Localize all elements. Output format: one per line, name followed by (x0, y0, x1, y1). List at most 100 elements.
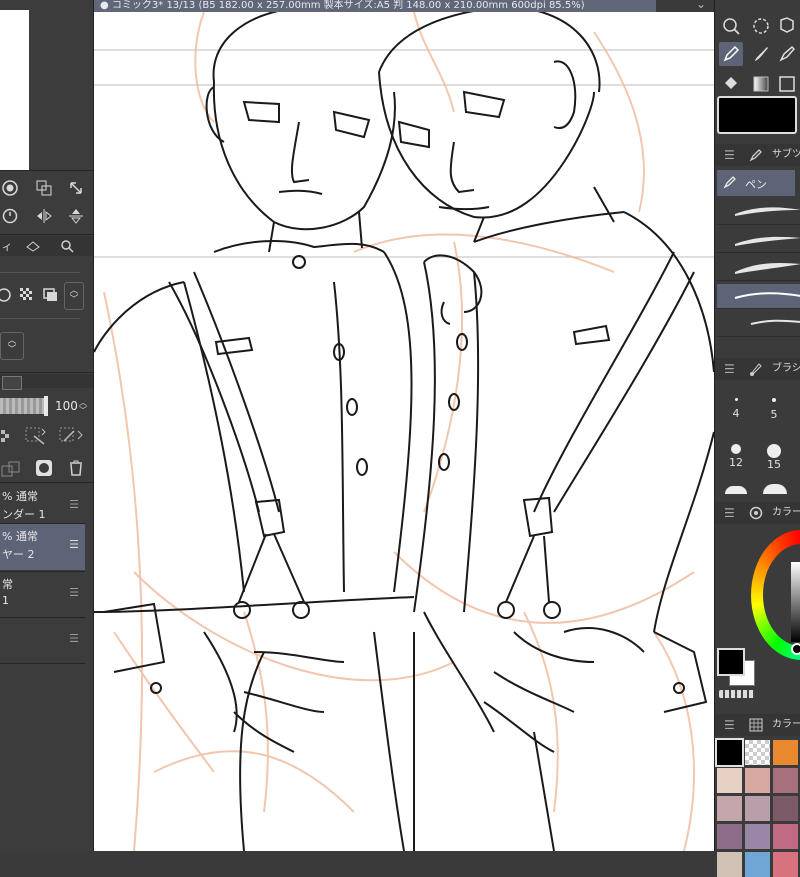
menu-icon[interactable]: ☰ (724, 502, 735, 524)
document-tab[interactable]: ● コミック3* 13/13 (B5 182.00 x 257.00mm 製本サ… (94, 0, 656, 12)
layer-tab-icon[interactable] (2, 376, 22, 390)
fill-bucket-icon[interactable] (719, 72, 743, 96)
color-wheel-title: カラー (772, 507, 800, 518)
drag-handle-icon[interactable]: ☰ (69, 586, 79, 599)
brush-preset[interactable] (717, 256, 800, 281)
color-wheel[interactable] (751, 530, 800, 660)
tab-icon[interactable]: ィ (0, 238, 14, 254)
expand-icon[interactable] (66, 178, 86, 198)
color-swatch[interactable] (745, 824, 770, 849)
color-swatch[interactable] (773, 852, 798, 877)
search-layer-icon[interactable] (58, 238, 76, 254)
divider (0, 663, 85, 664)
brush-size-cell[interactable]: 5 (755, 398, 793, 426)
chevron-down-icon[interactable]: ⌄ (696, 0, 706, 11)
record-icon[interactable] (0, 178, 20, 198)
brush-preset-selected[interactable] (717, 284, 800, 309)
sub-tool-header: ☰ サブツ (715, 144, 800, 166)
divider (0, 482, 93, 483)
opacity-slider[interactable] (0, 398, 48, 414)
marker-tool-icon[interactable] (775, 42, 799, 66)
color-swatch[interactable] (717, 768, 742, 793)
canvas[interactable] (94, 12, 714, 851)
layer-property-icon[interactable] (24, 238, 42, 254)
chevron-updown-icon[interactable]: ︿ ﹀ (0, 332, 24, 360)
brush-size-preview[interactable] (725, 486, 747, 494)
divider (0, 318, 80, 319)
opacity-slider-handle[interactable] (44, 396, 48, 416)
layer-stack-icon[interactable] (42, 286, 60, 304)
opacity-value[interactable]: 100 (55, 399, 78, 413)
color-swatch[interactable] (715, 738, 744, 767)
pen-icon (723, 175, 737, 192)
lock-layer-icon[interactable] (58, 426, 86, 446)
brush-size-value: 15 (767, 458, 781, 471)
rotate-icon[interactable] (0, 206, 20, 226)
drag-handle-icon[interactable]: ☰ (69, 538, 79, 551)
object-select-icon[interactable] (775, 14, 799, 38)
sub-tool-title: サブツ (772, 149, 800, 160)
chevron-updown-icon[interactable]: ︿ ﹀ (64, 282, 84, 310)
brush-preset[interactable] (717, 312, 800, 337)
current-color-swatch[interactable] (717, 96, 797, 134)
brush-preset[interactable] (717, 200, 800, 225)
color-swatch[interactable] (717, 796, 742, 821)
layer-blend-mode: 常 (2, 578, 13, 591)
color-swatch[interactable] (745, 768, 770, 793)
pen-tool-icon[interactable] (719, 42, 743, 66)
layer-row[interactable]: ☰ (0, 618, 85, 662)
sub-tool-tab-label: ペン (745, 178, 767, 191)
opacity-stepper-icon[interactable]: ︿ ﹀ (77, 398, 89, 416)
brush-preset[interactable] (717, 228, 800, 253)
navigator-preview[interactable] (0, 10, 29, 170)
color-picker-handle[interactable] (791, 643, 800, 655)
blend-icon[interactable] (0, 286, 12, 304)
brush-size-cell[interactable]: 12 (717, 444, 755, 472)
color-swatch[interactable] (745, 796, 770, 821)
flip-horizontal-icon[interactable] (34, 206, 54, 226)
drag-handle-icon[interactable]: ☰ (69, 632, 79, 645)
menu-icon[interactable]: ☰ (724, 358, 735, 380)
checker-icon[interactable] (18, 286, 36, 304)
brush-tool-icon[interactable] (749, 42, 773, 66)
color-swatch[interactable] (745, 740, 770, 765)
brush-size-cell[interactable]: 4 (717, 398, 755, 426)
color-swatch[interactable] (773, 796, 798, 821)
transparent-color-toggle[interactable] (719, 690, 755, 698)
layer-blend-mode: % 通常 (2, 530, 38, 543)
layer-row[interactable]: 常 1 ☰ (0, 572, 85, 616)
brush-size-preview[interactable] (763, 484, 787, 494)
layer-row[interactable]: % 通常 ンダー 1 ☰ (0, 484, 85, 528)
color-set-title: カラー (772, 719, 800, 730)
lasso-selection-icon[interactable] (749, 14, 773, 38)
fit-screen-icon[interactable] (34, 178, 54, 198)
color-swatch[interactable] (717, 852, 742, 877)
sub-tool-tab-pen[interactable]: ペン (717, 170, 795, 196)
color-swatch[interactable] (773, 824, 798, 849)
color-swatch[interactable] (773, 768, 798, 793)
line-art (94, 12, 714, 851)
brush-size-title: ブラシ (772, 363, 800, 374)
flip-vertical-icon[interactable] (66, 206, 86, 226)
trash-icon[interactable] (66, 458, 86, 478)
gradient-tool-icon[interactable] (749, 72, 773, 96)
right-panel: ☰ サブツ ペン ☰ ブラシ 4 5 12 15 ☰ カラー ☰ カラー (714, 0, 800, 877)
reference-layer-icon[interactable] (24, 426, 48, 446)
palette-icon (749, 718, 763, 741)
color-swatch[interactable] (745, 852, 770, 877)
drag-handle-icon[interactable]: ☰ (69, 498, 79, 511)
layer-name: 1 (2, 594, 9, 607)
main-color-swatch[interactable] (717, 648, 745, 676)
mask-icon[interactable] (34, 458, 54, 478)
figure-tool-icon[interactable] (775, 72, 799, 96)
layer-row-selected[interactable]: % 通常 ヤー 2 ☰ (0, 524, 85, 570)
clip-icon[interactable] (0, 428, 12, 444)
brush-size-cell[interactable]: 15 (755, 444, 793, 472)
color-swatch[interactable] (717, 824, 742, 849)
color-swatch[interactable] (773, 740, 798, 765)
layer-name: ヤー 2 (2, 548, 35, 561)
menu-icon[interactable]: ☰ (724, 714, 735, 736)
new-layer-icon[interactable] (0, 460, 22, 478)
menu-icon[interactable]: ☰ (724, 144, 735, 166)
search-icon[interactable] (719, 14, 743, 38)
